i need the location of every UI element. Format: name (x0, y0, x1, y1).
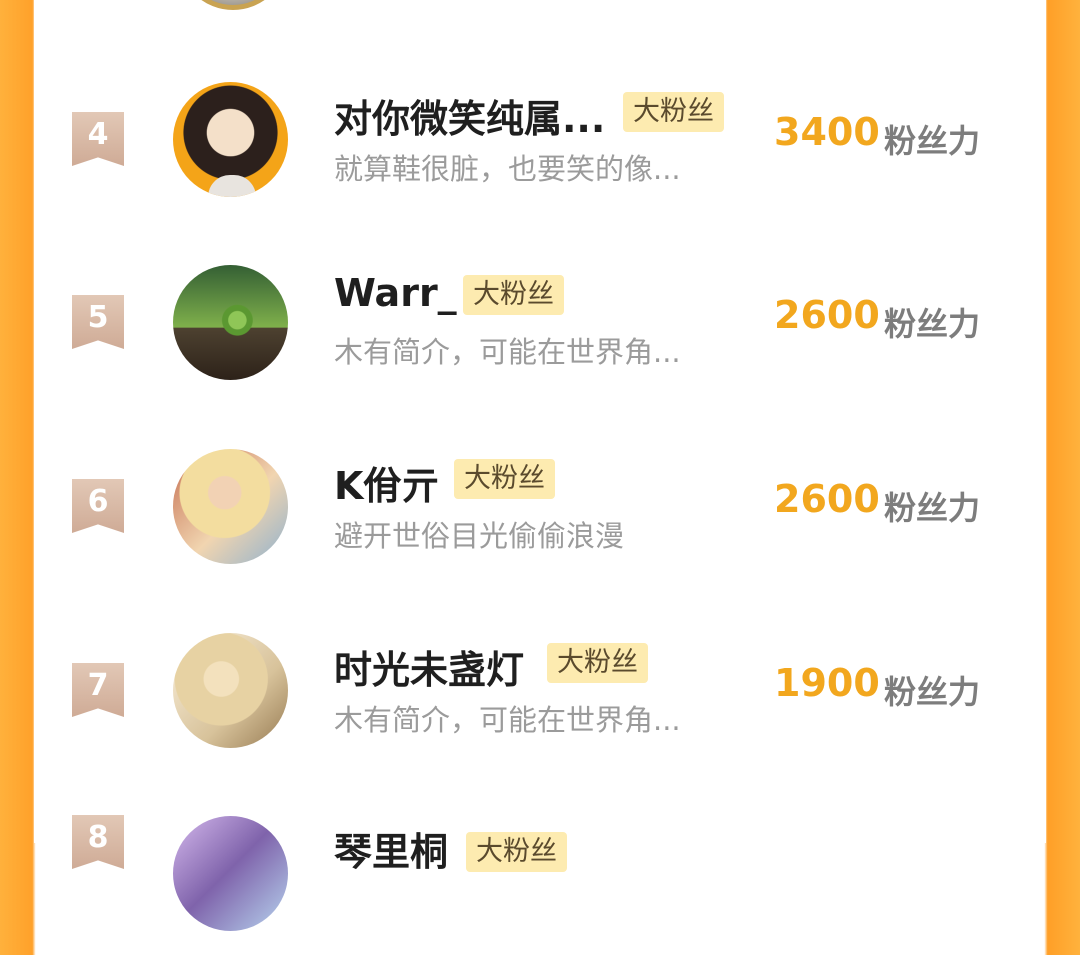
rank-ribbon: 7 (72, 663, 124, 717)
avatar[interactable] (173, 816, 288, 931)
big-fan-badge: 大粉丝 (547, 643, 648, 683)
fan-bio: 木有简介，可能在世界角... (334, 703, 681, 737)
fan-bio: 木有简介，可能在世界角... (334, 335, 681, 369)
fan-bio: 避开世俗目光偷偷浪漫 (334, 519, 625, 553)
avatar[interactable] (173, 265, 288, 380)
fan-power-label: 粉丝力 (884, 305, 981, 343)
avatar[interactable] (173, 449, 288, 564)
fan-row[interactable]: 4 对你微笑纯属... 大粉丝 就算鞋很脏，也要笑的像... 3400 粉丝力 (0, 72, 1080, 222)
fan-power-label: 粉丝力 (884, 673, 981, 711)
rank-ribbon: 4 (72, 112, 124, 166)
avatar[interactable] (173, 82, 288, 197)
rank-ribbon: 8 (72, 815, 124, 869)
fan-name[interactable]: 琴里桐 (334, 821, 448, 876)
big-fan-badge: 大粉丝 (463, 275, 564, 315)
fan-name[interactable]: Warr_ (334, 271, 457, 315)
rank-ribbon: 6 (72, 479, 124, 533)
fan-power-score: 3400 (774, 110, 880, 154)
fan-name[interactable]: 对你微笑纯属... (334, 88, 605, 143)
rank-ribbon: 5 (72, 295, 124, 349)
fan-power-score: 2600 (774, 477, 880, 521)
fan-power-score: 2600 (774, 293, 880, 337)
fan-bio: 就算鞋很脏，也要笑的像... (334, 152, 681, 186)
avatar[interactable] (173, 633, 288, 748)
fan-power-label: 粉丝力 (884, 489, 981, 527)
fan-row[interactable]: 5 Warr_ 大粉丝 木有简介，可能在世界角... 2600 粉丝力 (0, 255, 1080, 405)
fan-name[interactable]: K佾亓 (334, 455, 439, 510)
fan-row[interactable]: 7 时光未盏灯 大粉丝 木有简介，可能在世界角... 1900 粉丝力 (0, 623, 1080, 773)
fan-power-score: 1900 (774, 661, 880, 705)
big-fan-badge: 大粉丝 (466, 832, 567, 872)
fan-name[interactable]: 时光未盏灯 (334, 639, 524, 694)
big-fan-badge: 大粉丝 (454, 459, 555, 499)
fan-row[interactable]: 6 K佾亓 大粉丝 避开世俗目光偷偷浪漫 2600 粉丝力 (0, 439, 1080, 589)
big-fan-badge: 大粉丝 (623, 92, 724, 132)
fan-row[interactable]: 8 琴里桐 大粉丝 (0, 805, 1080, 955)
fan-power-label: 粉丝力 (884, 122, 981, 160)
